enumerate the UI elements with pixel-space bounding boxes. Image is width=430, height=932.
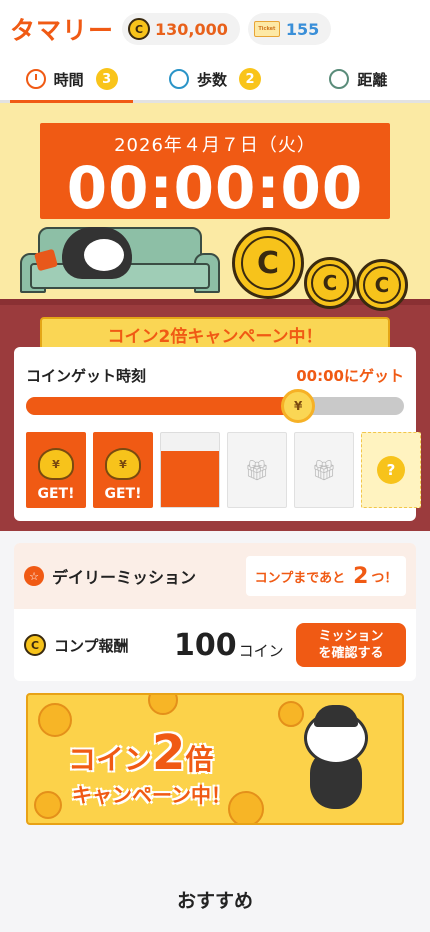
- ticket-balance[interactable]: Ticket 155: [247, 13, 332, 45]
- coin-icon: C: [128, 18, 151, 40]
- mission-title: デイリーミッション: [52, 568, 197, 587]
- coin-balance[interactable]: C 130,000: [122, 13, 240, 45]
- star-icon: ☆: [24, 566, 44, 586]
- ticket-balance-value: 155: [285, 19, 320, 39]
- gift-icon: 🎁︎: [244, 458, 270, 482]
- coin-get-label: コインゲット時刻: [26, 367, 147, 385]
- monkey-mascot: [62, 223, 132, 283]
- reward-slot: [160, 432, 220, 508]
- timer-panel: 2026年４月７日（火） 00:00:00: [40, 123, 390, 219]
- banner-line2: キャンペーン中！: [72, 783, 231, 807]
- slot-fill: [161, 451, 219, 507]
- reward-unit: コイン: [238, 641, 284, 660]
- footprint-icon: [168, 69, 189, 89]
- reward-slot[interactable]: ¥ GET!: [26, 432, 86, 508]
- clock-icon: [25, 69, 46, 89]
- monkey-mascot: [294, 705, 378, 815]
- campaign-ribbon: コイン2倍キャンペーン中！: [40, 317, 390, 351]
- timer-hero: 2026年４月７日（火） 00:00:00 C C C コイン2倍キャンペーン中…: [0, 103, 430, 531]
- money-bag-icon: ¥: [105, 448, 141, 480]
- ticket-icon: Ticket: [253, 21, 280, 37]
- tab-label: 歩数: [196, 70, 227, 89]
- confirm-mission-button[interactable]: ミッション を確認する: [296, 623, 406, 667]
- tab-steps[interactable]: 歩数 2: [143, 58, 286, 100]
- big-coin-icon: C: [232, 227, 304, 299]
- progress-fill: [26, 397, 299, 415]
- app-header: タマリー C 130,000 Ticket 155: [0, 0, 430, 58]
- question-icon: ?: [377, 456, 405, 484]
- banner-line1: コイン2倍: [68, 725, 214, 781]
- reward-label: コンプ報酬: [54, 636, 129, 655]
- remain-prefix: コンプまであと: [254, 570, 346, 586]
- coin-icon: C: [356, 259, 408, 311]
- coin-icon: C: [24, 634, 46, 656]
- reward-slot: ?: [361, 432, 421, 508]
- coin-icon: C: [304, 257, 356, 309]
- tab-badge: 3: [95, 68, 118, 90]
- car-icon: [329, 69, 350, 89]
- money-bag-icon: ¥: [38, 448, 74, 480]
- tab-badge: 2: [239, 68, 261, 90]
- campaign-banner[interactable]: コイン2倍 キャンペーン中！: [26, 693, 404, 825]
- reward-slot[interactable]: ¥ GET!: [93, 432, 153, 508]
- tab-label: 時間: [53, 70, 84, 89]
- app-logo: タマリー: [10, 16, 115, 45]
- gift-icon: 🎁︎: [311, 458, 337, 482]
- money-bag-icon: ¥: [281, 389, 316, 423]
- reward-slot: 🎁︎: [227, 432, 287, 508]
- coin-balance-value: 130,000: [155, 19, 228, 39]
- get-label: GET!: [37, 486, 75, 502]
- timer-date: 2026年４月７日（火）: [114, 135, 316, 156]
- reward-slot: 🎁︎: [294, 432, 354, 508]
- tab-time[interactable]: 時間 3: [0, 58, 143, 103]
- remain-count: 2: [353, 563, 369, 589]
- remain-suffix: つ！: [371, 570, 398, 586]
- tab-distance[interactable]: 距離: [287, 58, 430, 100]
- reward-slots: ¥ GET! ¥ GET! 🎁︎ 🎁︎?: [26, 432, 426, 508]
- get-label: GET!: [104, 486, 142, 502]
- mode-tabs: 時間 3 歩数 2 距離: [0, 58, 430, 103]
- reward-value: 100: [174, 627, 237, 663]
- coin-get-card: コインゲット時刻 00:00にゲット ¥ ¥ GET! ¥ GET! 🎁︎ 🎁︎?: [14, 347, 421, 521]
- mission-remaining: コンプまであと 2 つ！: [246, 556, 406, 596]
- recommend-heading: おすすめ: [176, 890, 253, 912]
- tab-label: 距離: [357, 70, 388, 89]
- timer-clock: 00:00:00: [66, 154, 364, 222]
- daily-mission-card: ☆ デイリーミッション コンプまであと 2 つ！ C コンプ報酬 100 コイン…: [14, 543, 416, 681]
- coin-progress-bar: ¥: [26, 389, 404, 423]
- coin-get-time: 00:00にゲット: [296, 367, 404, 385]
